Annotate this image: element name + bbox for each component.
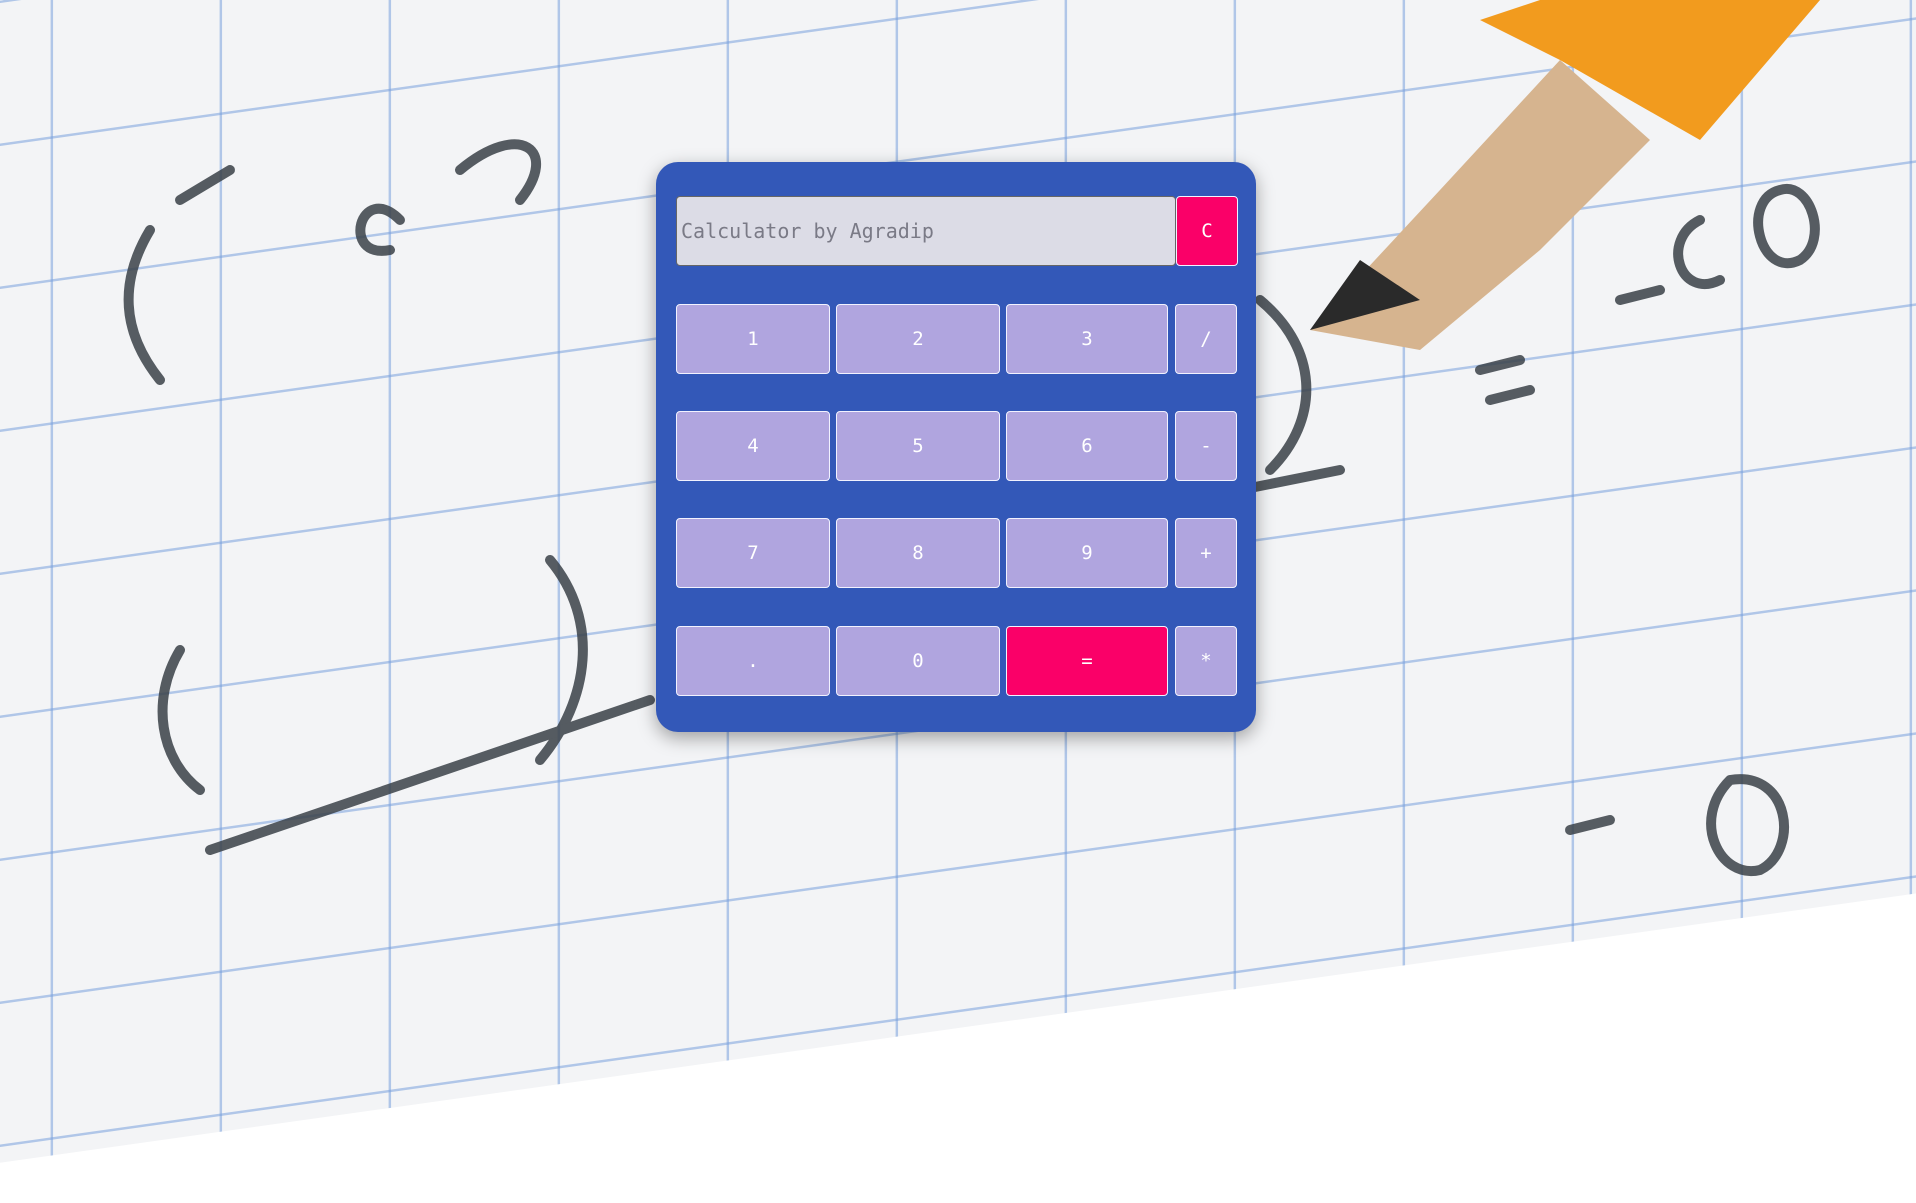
divide-button[interactable]: / — [1175, 304, 1237, 374]
key-4-button[interactable]: 4 — [676, 411, 830, 481]
key-7-button[interactable]: 7 — [676, 518, 830, 588]
key-6-button[interactable]: 6 — [1006, 411, 1168, 481]
key-1-button[interactable]: 1 — [676, 304, 830, 374]
key-0-button[interactable]: 0 — [836, 626, 1000, 696]
multiply-button[interactable]: * — [1175, 626, 1237, 696]
key-3-button[interactable]: 3 — [1006, 304, 1168, 374]
key-9-button[interactable]: 9 — [1006, 518, 1168, 588]
key-8-button[interactable]: 8 — [836, 518, 1000, 588]
clear-button[interactable]: C — [1176, 196, 1238, 266]
plus-button[interactable]: + — [1175, 518, 1237, 588]
equals-button[interactable]: = — [1006, 626, 1168, 696]
calculator-panel: C 1 2 3 / 4 5 6 - 7 8 9 + . 0 = * — [656, 162, 1256, 732]
minus-button[interactable]: - — [1175, 411, 1237, 481]
decimal-point-button[interactable]: . — [676, 626, 830, 696]
key-2-button[interactable]: 2 — [836, 304, 1000, 374]
calculator-display[interactable] — [676, 196, 1176, 266]
key-5-button[interactable]: 5 — [836, 411, 1000, 481]
